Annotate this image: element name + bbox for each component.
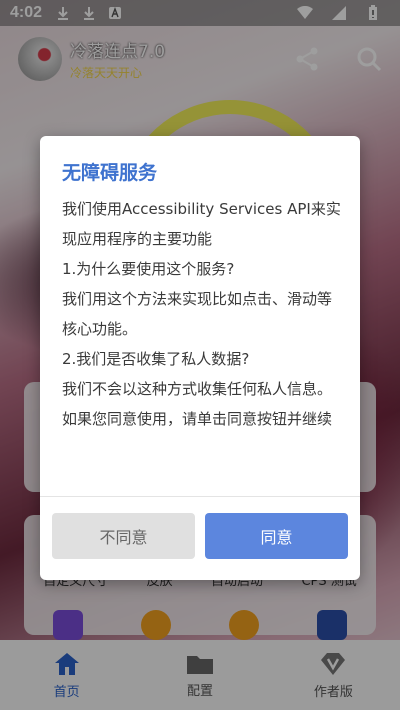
dialog-paragraph: 2.我们是否收集了私人数据?	[62, 350, 250, 368]
disagree-button[interactable]: 不同意	[52, 513, 195, 559]
dialog-paragraph: 如果您同意使用，请单击同意按钮并继续	[62, 410, 333, 428]
dialog-title: 无障碍服务	[62, 162, 158, 184]
dialog-paragraph: 我们使用Accessibility Services API来实现应用程序的主要…	[62, 200, 341, 248]
accessibility-dialog: 无障碍服务 我们使用Accessibility Services API来实现应…	[40, 136, 360, 580]
dialog-paragraph: 我们不会以这种方式收集任何私人信息。	[62, 380, 333, 398]
dialog-paragraph: 1.为什么要使用这个服务?	[62, 260, 235, 278]
dialog-divider	[40, 496, 360, 497]
dialog-paragraph: 我们用这个方法来实现比如点击、滑动等核心功能。	[62, 290, 333, 338]
agree-button[interactable]: 同意	[205, 513, 348, 559]
dialog-body: 我们使用Accessibility Services API来实现应用程序的主要…	[62, 194, 344, 434]
